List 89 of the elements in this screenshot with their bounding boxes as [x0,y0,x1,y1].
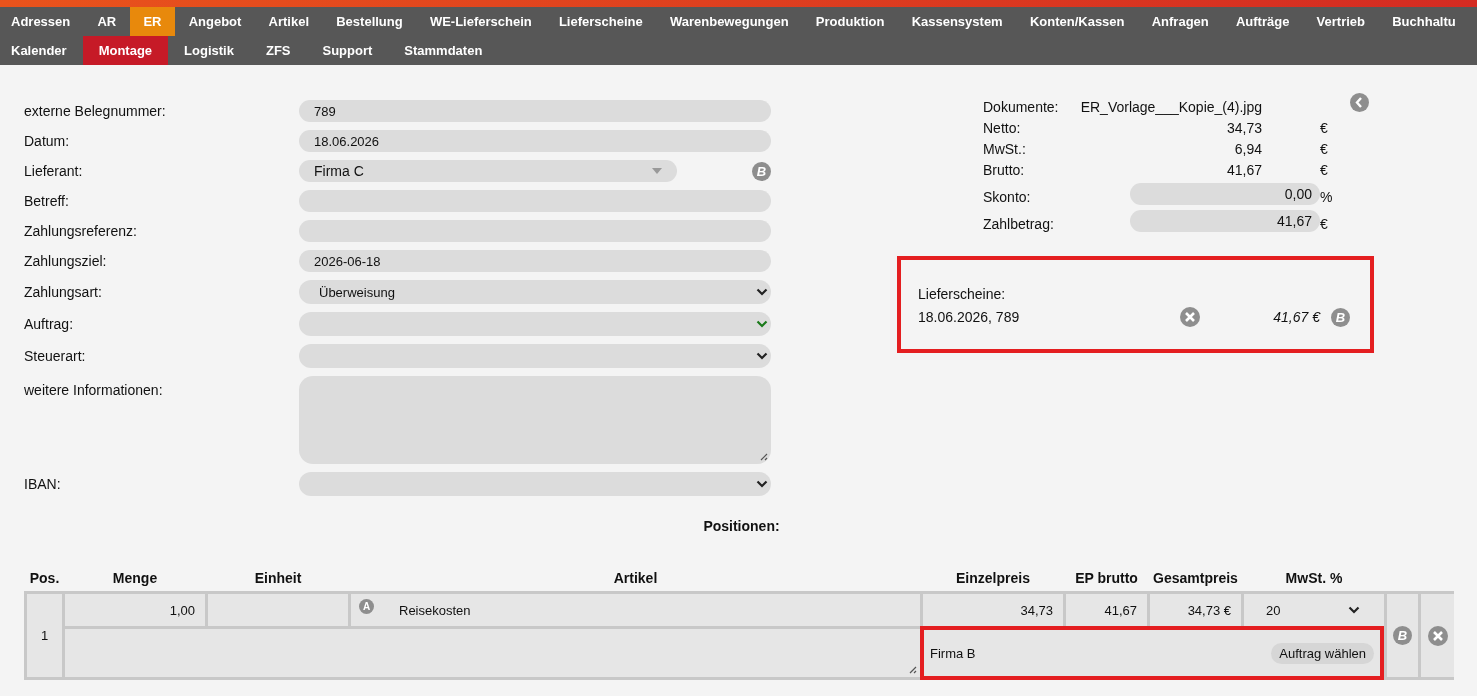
select-field[interactable] [299,344,771,368]
column-header: Gesamtpreis [1152,570,1239,586]
summary-label: Skonto: [983,189,1032,205]
column-header: Einzelpreis [955,570,1031,586]
nav-tab[interactable]: Kassensystem [898,7,1017,36]
input-field[interactable]: 789 [299,100,771,122]
unit-label: % [1320,189,1334,205]
unit-field[interactable] [208,594,348,626]
close-icon[interactable] [1180,307,1200,327]
nav-tab[interactable]: Warenbewegungen [656,7,803,36]
field-label: Auftrag: [24,316,75,332]
nav-tab[interactable]: Montage [82,36,169,65]
table-cell: 34,73 € [1150,594,1241,626]
nav-tab[interactable]: AR [83,7,130,36]
input-field[interactable]: 41,67 [1130,210,1320,232]
column-header: Einheit [253,570,303,586]
back-icon[interactable] [1350,92,1369,112]
choose-order-button[interactable]: Auftrag wählen [1271,642,1374,664]
select-field[interactable]: Überweisung [299,280,771,304]
nav-tab[interactable]: Anfragen [1138,7,1223,36]
field-label: Zahlungsart: [24,284,103,300]
column-header: EP brutto [1074,570,1139,586]
nav-tab[interactable]: Vertrieb [1303,7,1379,36]
column-header: Artikel [612,570,659,586]
amount-value: 34,73 [1225,120,1263,136]
input-field[interactable]: 18.06.2026 [299,130,771,152]
nav-tab[interactable]: Produktion [802,7,899,36]
field-label: Zahlungsziel: [24,253,108,269]
summary-label: Zahlbetrag: [983,216,1055,232]
quantity-field[interactable]: 1,00 [65,594,205,626]
nav-tab[interactable]: ZFS [249,36,307,65]
select-field[interactable] [299,472,771,496]
column-header: MwSt. % [1284,570,1344,586]
delivery-note-amount: 41,67 € [1272,309,1320,325]
field-label: Datum: [24,133,71,149]
nav-tab[interactable]: Bestellung [322,7,417,36]
nav-tab[interactable]: Adressen [0,7,84,36]
resize-grip-icon [908,665,917,674]
summary-label: Brutto: [983,162,1026,178]
resize-grip-icon [759,452,768,461]
customer-name: Firma B [930,645,976,661]
unit-label: € [1320,141,1329,157]
field-label: Steuerart: [24,348,87,364]
vat-select[interactable]: 20 [1244,594,1384,626]
nav-tab[interactable]: Angebot [175,7,255,36]
field-label: Zahlungsreferenz: [24,223,138,239]
nav-tab[interactable]: Stammdaten [388,36,499,65]
nav-tab[interactable]: Konten/Kassen [1016,7,1139,36]
document-link[interactable]: ER_Vorlage___Kopie_(4).jpg [1070,99,1320,115]
dropdown-triangle-icon [652,168,662,174]
delivery-note-text: 18.06.2026, 789 [918,309,1021,325]
text-area[interactable] [65,629,920,677]
summary-label: MwSt.: [983,141,1027,157]
text-area[interactable] [299,376,771,464]
chevron-down-icon [1348,606,1360,614]
input-field[interactable] [299,220,771,242]
select-field[interactable] [299,312,771,336]
unit-label: € [1320,120,1329,136]
nav-tab[interactable]: Kalender [0,36,83,65]
nav-tab[interactable]: Support [306,36,389,65]
field-label: externe Belegnummer: [24,103,167,119]
summary-label: Netto: [983,120,1022,136]
column-header: Menge [111,570,159,586]
nav-tab[interactable]: Lieferscheine [545,7,657,36]
close-icon[interactable] [1427,625,1448,646]
nav-tab[interactable]: Buchhaltu [1378,7,1470,36]
table-cell: 1 [27,594,62,677]
field-label: Lieferant: [24,163,84,179]
amount-value: 6,94 [1233,141,1263,157]
panel-title: Lieferscheine: [918,286,1007,302]
input-field[interactable] [299,190,771,212]
combo-field[interactable]: Firma C [299,160,677,182]
unit-label: € [1320,216,1329,232]
nav-tab[interactable]: Aufträge [1222,7,1303,36]
input-field[interactable]: 2026-06-18 [299,250,771,272]
field-label: IBAN: [24,476,62,492]
amount-value: 41,67 [1225,162,1263,178]
article-name: Reisekosten [399,603,471,618]
nav-tab[interactable]: Artikel [254,7,323,36]
section-title: Positionen: [703,518,780,534]
input-field[interactable]: 0,00 [1130,183,1320,205]
nav-tab[interactable]: Logistik [168,36,250,65]
price-field[interactable]: 34,73 [923,594,1063,626]
column-header: Pos. [28,570,61,586]
price-field[interactable]: 41,67 [1066,594,1147,626]
field-label: weitere Informationen: [24,381,164,398]
nav-tab[interactable]: WE-Lieferschein [416,7,546,36]
unit-label: € [1320,162,1329,178]
field-label: Betreff: [24,193,70,209]
